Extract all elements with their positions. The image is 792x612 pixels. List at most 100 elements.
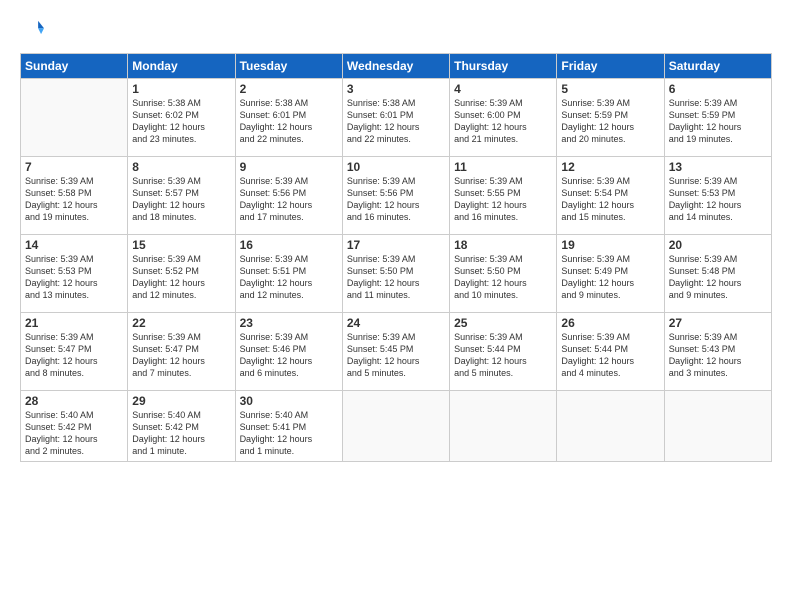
day-number: 29	[132, 394, 230, 408]
calendar-day-cell: 28Sunrise: 5:40 AM Sunset: 5:42 PM Dayli…	[21, 391, 128, 462]
day-info: Sunrise: 5:39 AM Sunset: 5:48 PM Dayligh…	[669, 253, 767, 302]
day-info: Sunrise: 5:39 AM Sunset: 5:50 PM Dayligh…	[347, 253, 445, 302]
calendar-day-header: Friday	[557, 54, 664, 79]
calendar-day-header: Monday	[128, 54, 235, 79]
calendar-day-header: Tuesday	[235, 54, 342, 79]
calendar-day-header: Wednesday	[342, 54, 449, 79]
day-info: Sunrise: 5:39 AM Sunset: 5:49 PM Dayligh…	[561, 253, 659, 302]
calendar-day-cell: 16Sunrise: 5:39 AM Sunset: 5:51 PM Dayli…	[235, 235, 342, 313]
day-number: 17	[347, 238, 445, 252]
day-number: 26	[561, 316, 659, 330]
day-info: Sunrise: 5:39 AM Sunset: 5:56 PM Dayligh…	[347, 175, 445, 224]
calendar-day-cell: 18Sunrise: 5:39 AM Sunset: 5:50 PM Dayli…	[450, 235, 557, 313]
day-info: Sunrise: 5:39 AM Sunset: 5:51 PM Dayligh…	[240, 253, 338, 302]
calendar-day-header: Saturday	[664, 54, 771, 79]
calendar-day-cell: 4Sunrise: 5:39 AM Sunset: 6:00 PM Daylig…	[450, 79, 557, 157]
day-info: Sunrise: 5:38 AM Sunset: 6:01 PM Dayligh…	[347, 97, 445, 146]
day-number: 8	[132, 160, 230, 174]
logo	[20, 18, 44, 45]
calendar-week-row: 28Sunrise: 5:40 AM Sunset: 5:42 PM Dayli…	[21, 391, 772, 462]
day-number: 13	[669, 160, 767, 174]
calendar-day-header: Sunday	[21, 54, 128, 79]
calendar-day-cell	[557, 391, 664, 462]
day-info: Sunrise: 5:39 AM Sunset: 5:53 PM Dayligh…	[25, 253, 123, 302]
day-info: Sunrise: 5:39 AM Sunset: 5:54 PM Dayligh…	[561, 175, 659, 224]
calendar-day-cell: 22Sunrise: 5:39 AM Sunset: 5:47 PM Dayli…	[128, 313, 235, 391]
day-info: Sunrise: 5:39 AM Sunset: 5:55 PM Dayligh…	[454, 175, 552, 224]
day-info: Sunrise: 5:39 AM Sunset: 5:44 PM Dayligh…	[454, 331, 552, 380]
calendar-day-cell: 21Sunrise: 5:39 AM Sunset: 5:47 PM Dayli…	[21, 313, 128, 391]
day-number: 3	[347, 82, 445, 96]
day-info: Sunrise: 5:40 AM Sunset: 5:42 PM Dayligh…	[132, 409, 230, 458]
day-info: Sunrise: 5:39 AM Sunset: 5:57 PM Dayligh…	[132, 175, 230, 224]
calendar-day-header: Thursday	[450, 54, 557, 79]
calendar-day-cell	[21, 79, 128, 157]
calendar-day-cell: 2Sunrise: 5:38 AM Sunset: 6:01 PM Daylig…	[235, 79, 342, 157]
day-number: 6	[669, 82, 767, 96]
calendar-day-cell: 23Sunrise: 5:39 AM Sunset: 5:46 PM Dayli…	[235, 313, 342, 391]
day-info: Sunrise: 5:40 AM Sunset: 5:42 PM Dayligh…	[25, 409, 123, 458]
day-number: 4	[454, 82, 552, 96]
calendar-day-cell: 27Sunrise: 5:39 AM Sunset: 5:43 PM Dayli…	[664, 313, 771, 391]
day-info: Sunrise: 5:39 AM Sunset: 5:44 PM Dayligh…	[561, 331, 659, 380]
calendar-week-row: 21Sunrise: 5:39 AM Sunset: 5:47 PM Dayli…	[21, 313, 772, 391]
day-number: 10	[347, 160, 445, 174]
calendar-day-cell: 26Sunrise: 5:39 AM Sunset: 5:44 PM Dayli…	[557, 313, 664, 391]
day-number: 12	[561, 160, 659, 174]
day-number: 24	[347, 316, 445, 330]
day-number: 1	[132, 82, 230, 96]
day-info: Sunrise: 5:39 AM Sunset: 5:52 PM Dayligh…	[132, 253, 230, 302]
day-info: Sunrise: 5:39 AM Sunset: 6:00 PM Dayligh…	[454, 97, 552, 146]
header	[20, 18, 772, 45]
calendar-week-row: 7Sunrise: 5:39 AM Sunset: 5:58 PM Daylig…	[21, 157, 772, 235]
day-number: 11	[454, 160, 552, 174]
calendar-day-cell: 8Sunrise: 5:39 AM Sunset: 5:57 PM Daylig…	[128, 157, 235, 235]
day-number: 22	[132, 316, 230, 330]
calendar-day-cell: 24Sunrise: 5:39 AM Sunset: 5:45 PM Dayli…	[342, 313, 449, 391]
calendar-day-cell: 10Sunrise: 5:39 AM Sunset: 5:56 PM Dayli…	[342, 157, 449, 235]
day-info: Sunrise: 5:39 AM Sunset: 5:46 PM Dayligh…	[240, 331, 338, 380]
calendar-day-cell: 7Sunrise: 5:39 AM Sunset: 5:58 PM Daylig…	[21, 157, 128, 235]
day-number: 20	[669, 238, 767, 252]
calendar-table: SundayMondayTuesdayWednesdayThursdayFrid…	[20, 53, 772, 462]
day-number: 14	[25, 238, 123, 252]
page: SundayMondayTuesdayWednesdayThursdayFrid…	[0, 0, 792, 612]
calendar-header-row: SundayMondayTuesdayWednesdayThursdayFrid…	[21, 54, 772, 79]
day-info: Sunrise: 5:39 AM Sunset: 5:56 PM Dayligh…	[240, 175, 338, 224]
calendar-day-cell: 6Sunrise: 5:39 AM Sunset: 5:59 PM Daylig…	[664, 79, 771, 157]
calendar-day-cell: 11Sunrise: 5:39 AM Sunset: 5:55 PM Dayli…	[450, 157, 557, 235]
day-number: 28	[25, 394, 123, 408]
calendar-day-cell: 20Sunrise: 5:39 AM Sunset: 5:48 PM Dayli…	[664, 235, 771, 313]
day-number: 19	[561, 238, 659, 252]
day-info: Sunrise: 5:39 AM Sunset: 5:58 PM Dayligh…	[25, 175, 123, 224]
day-info: Sunrise: 5:38 AM Sunset: 6:02 PM Dayligh…	[132, 97, 230, 146]
logo-icon	[22, 18, 44, 40]
day-info: Sunrise: 5:39 AM Sunset: 5:43 PM Dayligh…	[669, 331, 767, 380]
day-info: Sunrise: 5:38 AM Sunset: 6:01 PM Dayligh…	[240, 97, 338, 146]
calendar-day-cell: 1Sunrise: 5:38 AM Sunset: 6:02 PM Daylig…	[128, 79, 235, 157]
calendar-day-cell: 30Sunrise: 5:40 AM Sunset: 5:41 PM Dayli…	[235, 391, 342, 462]
day-number: 7	[25, 160, 123, 174]
day-number: 27	[669, 316, 767, 330]
calendar-day-cell: 13Sunrise: 5:39 AM Sunset: 5:53 PM Dayli…	[664, 157, 771, 235]
day-info: Sunrise: 5:39 AM Sunset: 5:50 PM Dayligh…	[454, 253, 552, 302]
calendar-day-cell	[342, 391, 449, 462]
calendar-day-cell: 29Sunrise: 5:40 AM Sunset: 5:42 PM Dayli…	[128, 391, 235, 462]
calendar-day-cell	[664, 391, 771, 462]
calendar-week-row: 14Sunrise: 5:39 AM Sunset: 5:53 PM Dayli…	[21, 235, 772, 313]
day-number: 25	[454, 316, 552, 330]
day-number: 21	[25, 316, 123, 330]
calendar-day-cell: 25Sunrise: 5:39 AM Sunset: 5:44 PM Dayli…	[450, 313, 557, 391]
day-number: 9	[240, 160, 338, 174]
calendar-day-cell: 3Sunrise: 5:38 AM Sunset: 6:01 PM Daylig…	[342, 79, 449, 157]
day-info: Sunrise: 5:39 AM Sunset: 5:45 PM Dayligh…	[347, 331, 445, 380]
day-number: 15	[132, 238, 230, 252]
day-number: 30	[240, 394, 338, 408]
calendar-day-cell: 9Sunrise: 5:39 AM Sunset: 5:56 PM Daylig…	[235, 157, 342, 235]
day-info: Sunrise: 5:39 AM Sunset: 5:47 PM Dayligh…	[132, 331, 230, 380]
day-info: Sunrise: 5:39 AM Sunset: 5:59 PM Dayligh…	[669, 97, 767, 146]
calendar-day-cell	[450, 391, 557, 462]
day-info: Sunrise: 5:39 AM Sunset: 5:47 PM Dayligh…	[25, 331, 123, 380]
day-info: Sunrise: 5:39 AM Sunset: 5:59 PM Dayligh…	[561, 97, 659, 146]
calendar-day-cell: 14Sunrise: 5:39 AM Sunset: 5:53 PM Dayli…	[21, 235, 128, 313]
